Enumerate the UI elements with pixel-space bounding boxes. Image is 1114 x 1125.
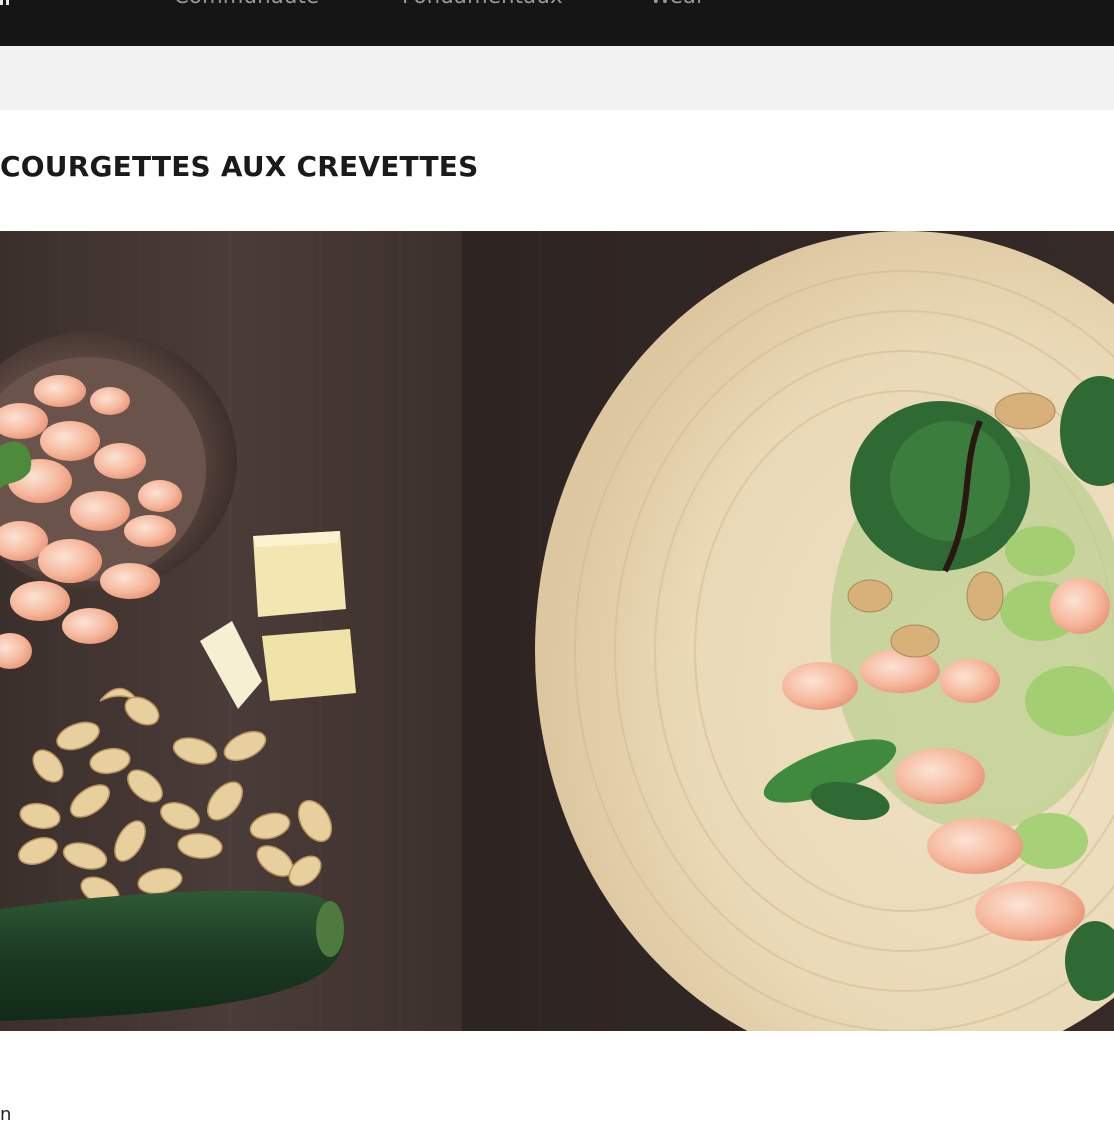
article-title: COURGETTES AUX CREVETTES xyxy=(0,150,479,183)
recipe-photo xyxy=(0,231,1114,1031)
top-navigation: Communauté Fondamentaux Wear xyxy=(0,0,1114,46)
nav-link-fondamentaux[interactable]: Fondamentaux xyxy=(402,0,563,8)
sub-navigation-bar xyxy=(0,46,1114,110)
logo-fragment[interactable] xyxy=(0,0,10,5)
nav-link-wear[interactable]: Wear xyxy=(650,0,705,8)
nav-link-communaute[interactable]: Communauté xyxy=(174,0,319,8)
hero-image xyxy=(0,231,1114,1031)
content-text-fragment: n xyxy=(0,1104,12,1125)
